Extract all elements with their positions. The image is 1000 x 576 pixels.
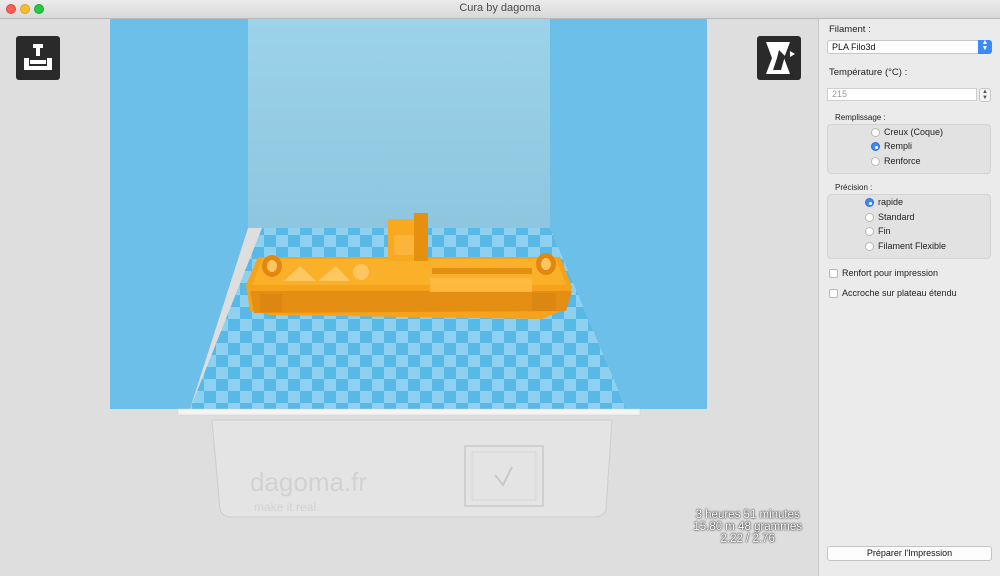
load-model-icon — [24, 44, 52, 70]
printer-slogan-text: make it real — [254, 500, 316, 514]
radio-icon — [865, 227, 874, 236]
window-title: Cura by dagoma — [459, 2, 541, 14]
precision-label: Précision : — [835, 183, 873, 192]
3d-viewport[interactable]: dagoma.fr make it real 3 heures 51 minute… — [0, 19, 818, 576]
fill-group: Creux (Coque) Rempli Renforce — [827, 124, 991, 174]
print-stats: 3 heures 51 minutes 15.80 m 48 grammes 2… — [693, 509, 802, 545]
build-volume-scene: dagoma.fr make it real — [110, 19, 707, 518]
chevron-updown-icon: ▲ ▼ — [978, 39, 992, 54]
filament-value: PLA Filo3d — [832, 42, 876, 52]
temperature-label: Température (°C) : — [829, 67, 908, 78]
print-cost: 2.22 / 2.76 — [720, 533, 775, 545]
radio-selected-icon — [871, 142, 880, 151]
temperature-stepper[interactable]: ▲ ▼ — [979, 88, 991, 102]
precision-group: rapide Standard Fin Filament Flexible — [827, 194, 991, 259]
radio-icon — [865, 242, 874, 251]
radio-icon — [871, 157, 880, 166]
radio-icon — [871, 128, 880, 137]
title-bar: Cura by dagoma — [0, 0, 1000, 19]
load-model-button[interactable] — [16, 36, 60, 80]
temperature-field[interactable]: 215 — [827, 88, 977, 101]
view-mode-button[interactable] — [757, 36, 801, 80]
build-volume-back-wall — [248, 19, 550, 228]
radio-icon — [865, 213, 874, 222]
settings-panel: Filament : PLA Filo3d ▲ ▼ Température (°C… — [818, 19, 1000, 576]
checkbox-icon — [829, 269, 838, 278]
filament-select[interactable]: PLA Filo3d ▲ ▼ — [827, 39, 992, 54]
print-time: 3 heures 51 minutes — [695, 509, 800, 521]
view-mode-icon — [766, 42, 795, 74]
printer-brand-text: dagoma.fr — [250, 467, 367, 497]
checkbox-icon — [829, 289, 838, 298]
app-window: Cura by dagoma dagoma.fr make it real 3 … — [0, 0, 1000, 576]
fill-label: Remplissage : — [835, 113, 886, 122]
print-material: 15.80 m 48 grammes — [693, 521, 802, 533]
prepare-print-button[interactable]: Préparer l'Impression — [827, 546, 992, 561]
bed-edge — [177, 408, 641, 416]
filament-label: Filament : — [829, 24, 871, 35]
radio-selected-icon — [865, 198, 874, 207]
